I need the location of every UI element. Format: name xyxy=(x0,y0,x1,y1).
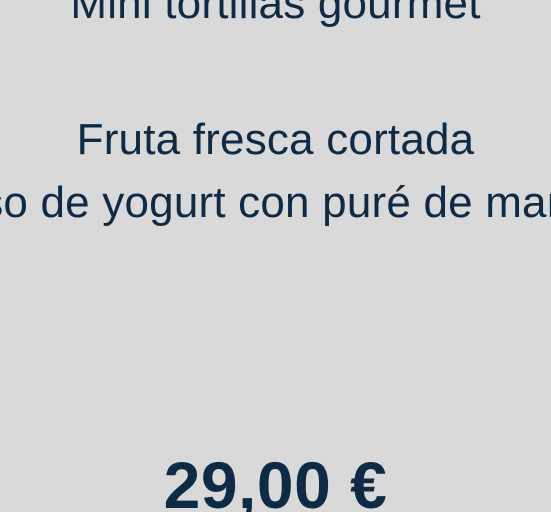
menu-item-fruta-fresca: Fruta fresca cortada xyxy=(76,115,475,164)
menu-item-mini-tortillas: Mini tortillas gourmet xyxy=(70,0,481,28)
menu-card: Mini tortillas gourmet Fruta fresca cort… xyxy=(0,0,551,512)
price-label: 29,00 € xyxy=(163,448,388,512)
menu-item-yogurt: Vaso de yogurt con puré de mango xyxy=(0,178,551,227)
